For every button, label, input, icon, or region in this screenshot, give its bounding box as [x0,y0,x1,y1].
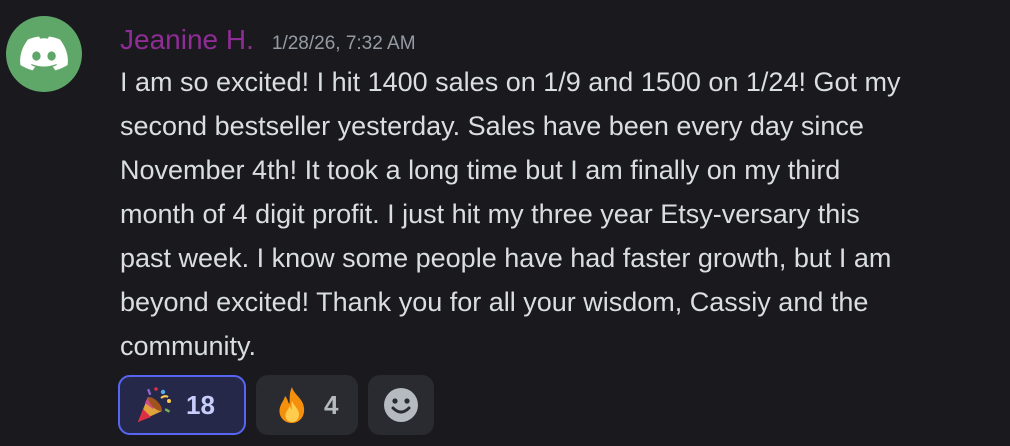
fire-icon [272,385,312,425]
message-line: I am so excited! I hit 1400 sales on 1/9… [120,67,901,97]
message-line: past week. I know some people have had f… [120,243,892,273]
smiley-add-reaction-icon [381,385,421,425]
user-avatar[interactable] [6,16,82,92]
message-line: community. [120,331,257,361]
timestamp[interactable]: 1/28/26, 7:32 AM [272,24,416,64]
party-popper-icon [134,385,174,425]
reaction-count: 4 [324,389,339,420]
chat-message: Jeanine H. 1/28/26, 7:32 AM I am so exci… [0,0,1010,446]
reaction-count: 18 [186,389,215,420]
username[interactable]: Jeanine H. [120,20,254,60]
reaction-fire[interactable]: 4 [256,375,358,435]
message-line: month of 4 digit profit. I just hit my t… [120,199,860,229]
message-header: Jeanine H. 1/28/26, 7:32 AM [120,20,416,60]
message-line: beyond excited! Thank you for all your w… [120,287,869,317]
reaction-party-popper[interactable]: 18 [118,375,246,435]
reactions-bar: 18 4 [118,375,434,435]
discord-logo-icon [20,36,68,71]
message-line: second bestseller yesterday. Sales have … [120,111,864,141]
message-content: I am so excited! I hit 1400 sales on 1/9… [120,60,1000,368]
add-reaction-button[interactable] [368,375,434,435]
message-line: November 4th! It took a long time but I … [120,155,841,185]
